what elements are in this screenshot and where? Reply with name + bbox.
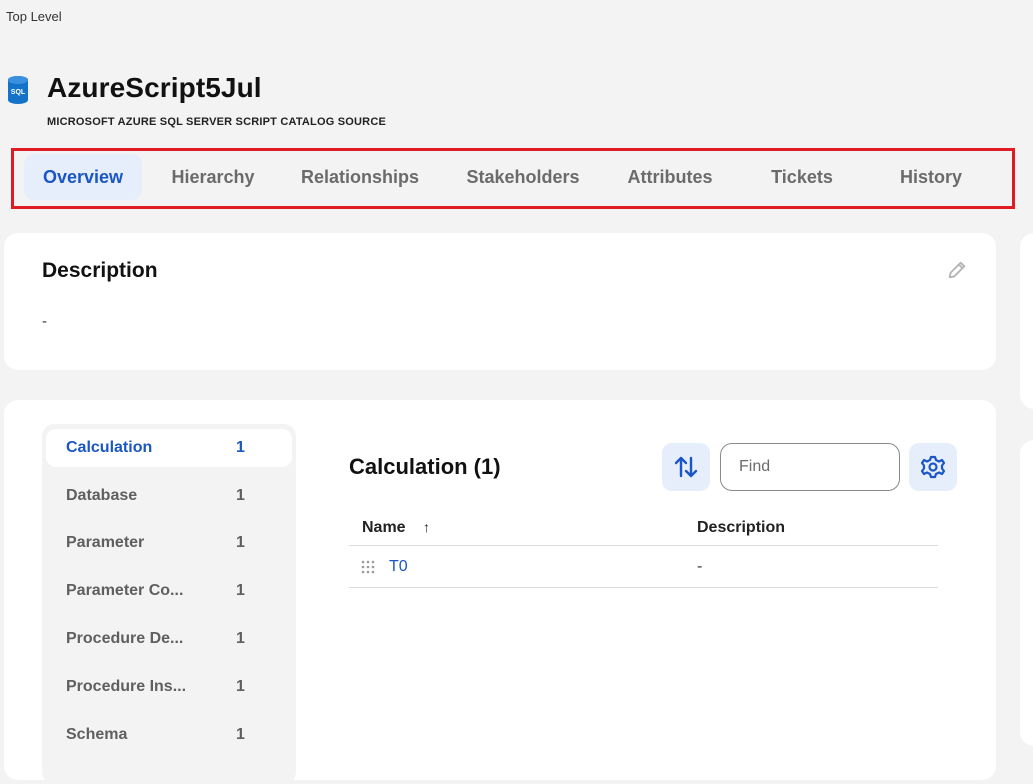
sort-ascending-icon[interactable]: ↑ xyxy=(423,519,430,535)
page-title: AzureScript5Jul xyxy=(47,72,262,103)
type-item-calculation[interactable]: Calculation 1 xyxy=(46,429,292,467)
breadcrumb[interactable]: Top Level xyxy=(6,9,62,24)
row-divider xyxy=(349,587,938,588)
type-item-label: Schema xyxy=(66,726,128,743)
type-item-count: 1 xyxy=(236,582,245,599)
sql-database-icon: SQL xyxy=(8,76,28,104)
table-row-description: - xyxy=(697,558,703,575)
type-item-count: 1 xyxy=(236,678,245,695)
table-row-name-link[interactable]: T0 xyxy=(389,558,408,576)
right-panel-card xyxy=(1020,233,1033,409)
type-item-label: Database xyxy=(66,487,138,504)
tab-stakeholders[interactable]: Stakeholders xyxy=(448,154,598,200)
type-item-count: 1 xyxy=(236,630,245,647)
type-item-label: Procedure Ins... xyxy=(66,678,187,695)
column-header-description[interactable]: Description xyxy=(697,519,785,537)
type-item-label: Calculation xyxy=(66,439,153,456)
right-panel-card-lower xyxy=(1020,440,1033,746)
pencil-icon[interactable] xyxy=(946,259,968,281)
tab-tickets[interactable]: Tickets xyxy=(748,154,856,200)
type-item-parameter[interactable]: Parameter 1 xyxy=(46,524,292,562)
tab-history[interactable]: History xyxy=(876,154,986,200)
tab-relationships[interactable]: Relationships xyxy=(284,154,436,200)
asset-type-subtitle: MICROSOFT AZURE SQL SERVER SCRIPT CATALO… xyxy=(47,116,387,128)
type-item-parameter-co[interactable]: Parameter Co... 1 xyxy=(46,572,292,610)
description-card: Description - xyxy=(4,233,996,370)
list-title: Calculation (1) xyxy=(349,454,501,479)
drag-handle-icon[interactable] xyxy=(361,560,375,574)
sort-arrows-icon xyxy=(674,456,698,478)
type-item-label: Procedure De... xyxy=(66,630,184,647)
gear-icon xyxy=(920,455,946,479)
type-item-procedure-de[interactable]: Procedure De... 1 xyxy=(46,620,292,658)
sql-icon-text: SQL xyxy=(11,89,26,96)
type-item-count: 1 xyxy=(236,534,245,551)
header-divider xyxy=(349,545,938,546)
type-item-count: 1 xyxy=(236,439,245,456)
type-item-database[interactable]: Database 1 xyxy=(46,477,292,515)
type-item-count: 1 xyxy=(236,726,245,743)
column-header-name[interactable]: Name xyxy=(362,519,406,537)
sort-button[interactable] xyxy=(662,443,710,491)
settings-button[interactable] xyxy=(909,443,957,491)
type-item-procedure-ins[interactable]: Procedure Ins... 1 xyxy=(46,668,292,706)
find-input[interactable] xyxy=(720,443,900,491)
type-item-label: Parameter Co... xyxy=(66,582,184,599)
type-item-count: 1 xyxy=(236,487,245,504)
tab-overview[interactable]: Overview xyxy=(24,154,142,200)
description-title: Description xyxy=(42,259,158,282)
tab-hierarchy[interactable]: Hierarchy xyxy=(152,154,274,200)
tab-attributes[interactable]: Attributes xyxy=(610,154,730,200)
description-value: - xyxy=(42,313,47,330)
type-item-schema[interactable]: Schema 1 xyxy=(46,716,292,754)
type-item-label: Parameter xyxy=(66,534,145,551)
